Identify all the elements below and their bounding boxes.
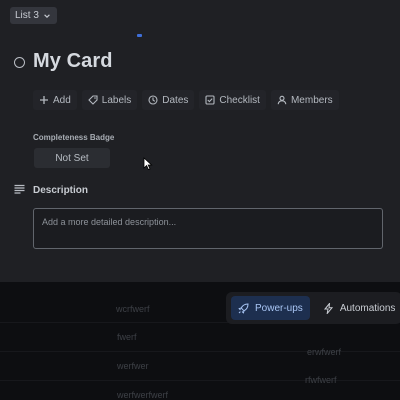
card-actions: Add Labels Dates Checklist Members xyxy=(33,90,339,110)
add-button[interactable]: Add xyxy=(33,90,77,110)
board-card-text: rfwfwerf xyxy=(305,375,337,385)
automations-button[interactable]: Automations xyxy=(316,296,400,320)
board-card-text: wcrfwerf xyxy=(116,304,150,314)
power-ups-label: Power-ups xyxy=(255,302,303,314)
description-icon xyxy=(14,184,25,194)
checkbox-icon xyxy=(205,95,215,105)
description-input[interactable] xyxy=(33,208,383,249)
checklist-button[interactable]: Checklist xyxy=(199,90,266,110)
board-card-text: werfwer xyxy=(117,361,149,371)
labels-button[interactable]: Labels xyxy=(81,90,138,110)
card-detail-screen: List 3 My Card Add Labels Dates Checklis… xyxy=(0,0,400,400)
members-button-label: Members xyxy=(290,94,333,106)
automations-label: Automations xyxy=(339,302,396,314)
card-title[interactable]: My Card xyxy=(33,50,113,73)
bottom-toolbar: Power-ups Automations xyxy=(226,292,400,324)
description-heading: Description xyxy=(33,185,89,196)
tag-icon xyxy=(88,95,98,105)
mouse-cursor-icon xyxy=(143,157,153,171)
members-button[interactable]: Members xyxy=(270,90,339,110)
person-icon xyxy=(277,95,287,105)
list-selector-label: List 3 xyxy=(15,10,39,21)
completeness-badge-select[interactable]: Not Set xyxy=(34,148,110,168)
completeness-badge-label: Completeness Badge xyxy=(33,133,115,142)
lightning-icon xyxy=(323,302,333,314)
board-divider xyxy=(0,380,400,381)
board-card-text: erwfwerf xyxy=(307,347,342,357)
chevron-down-icon xyxy=(44,13,50,18)
clock-icon xyxy=(148,95,158,105)
add-button-label: Add xyxy=(53,94,71,106)
complete-toggle[interactable] xyxy=(14,57,25,68)
power-ups-button[interactable]: Power-ups xyxy=(231,296,310,320)
dates-button-label: Dates xyxy=(162,94,189,106)
board-card-text: werfwerfwerf xyxy=(117,390,169,400)
labels-button-label: Labels xyxy=(101,94,132,106)
list-selector[interactable]: List 3 xyxy=(10,7,57,24)
checklist-button-label: Checklist xyxy=(219,94,260,106)
dates-button[interactable]: Dates xyxy=(142,90,195,110)
rocket-icon xyxy=(238,302,249,314)
scroll-indicator xyxy=(137,34,142,37)
plus-icon xyxy=(40,96,48,104)
board-card-text: fwerf xyxy=(117,332,137,342)
